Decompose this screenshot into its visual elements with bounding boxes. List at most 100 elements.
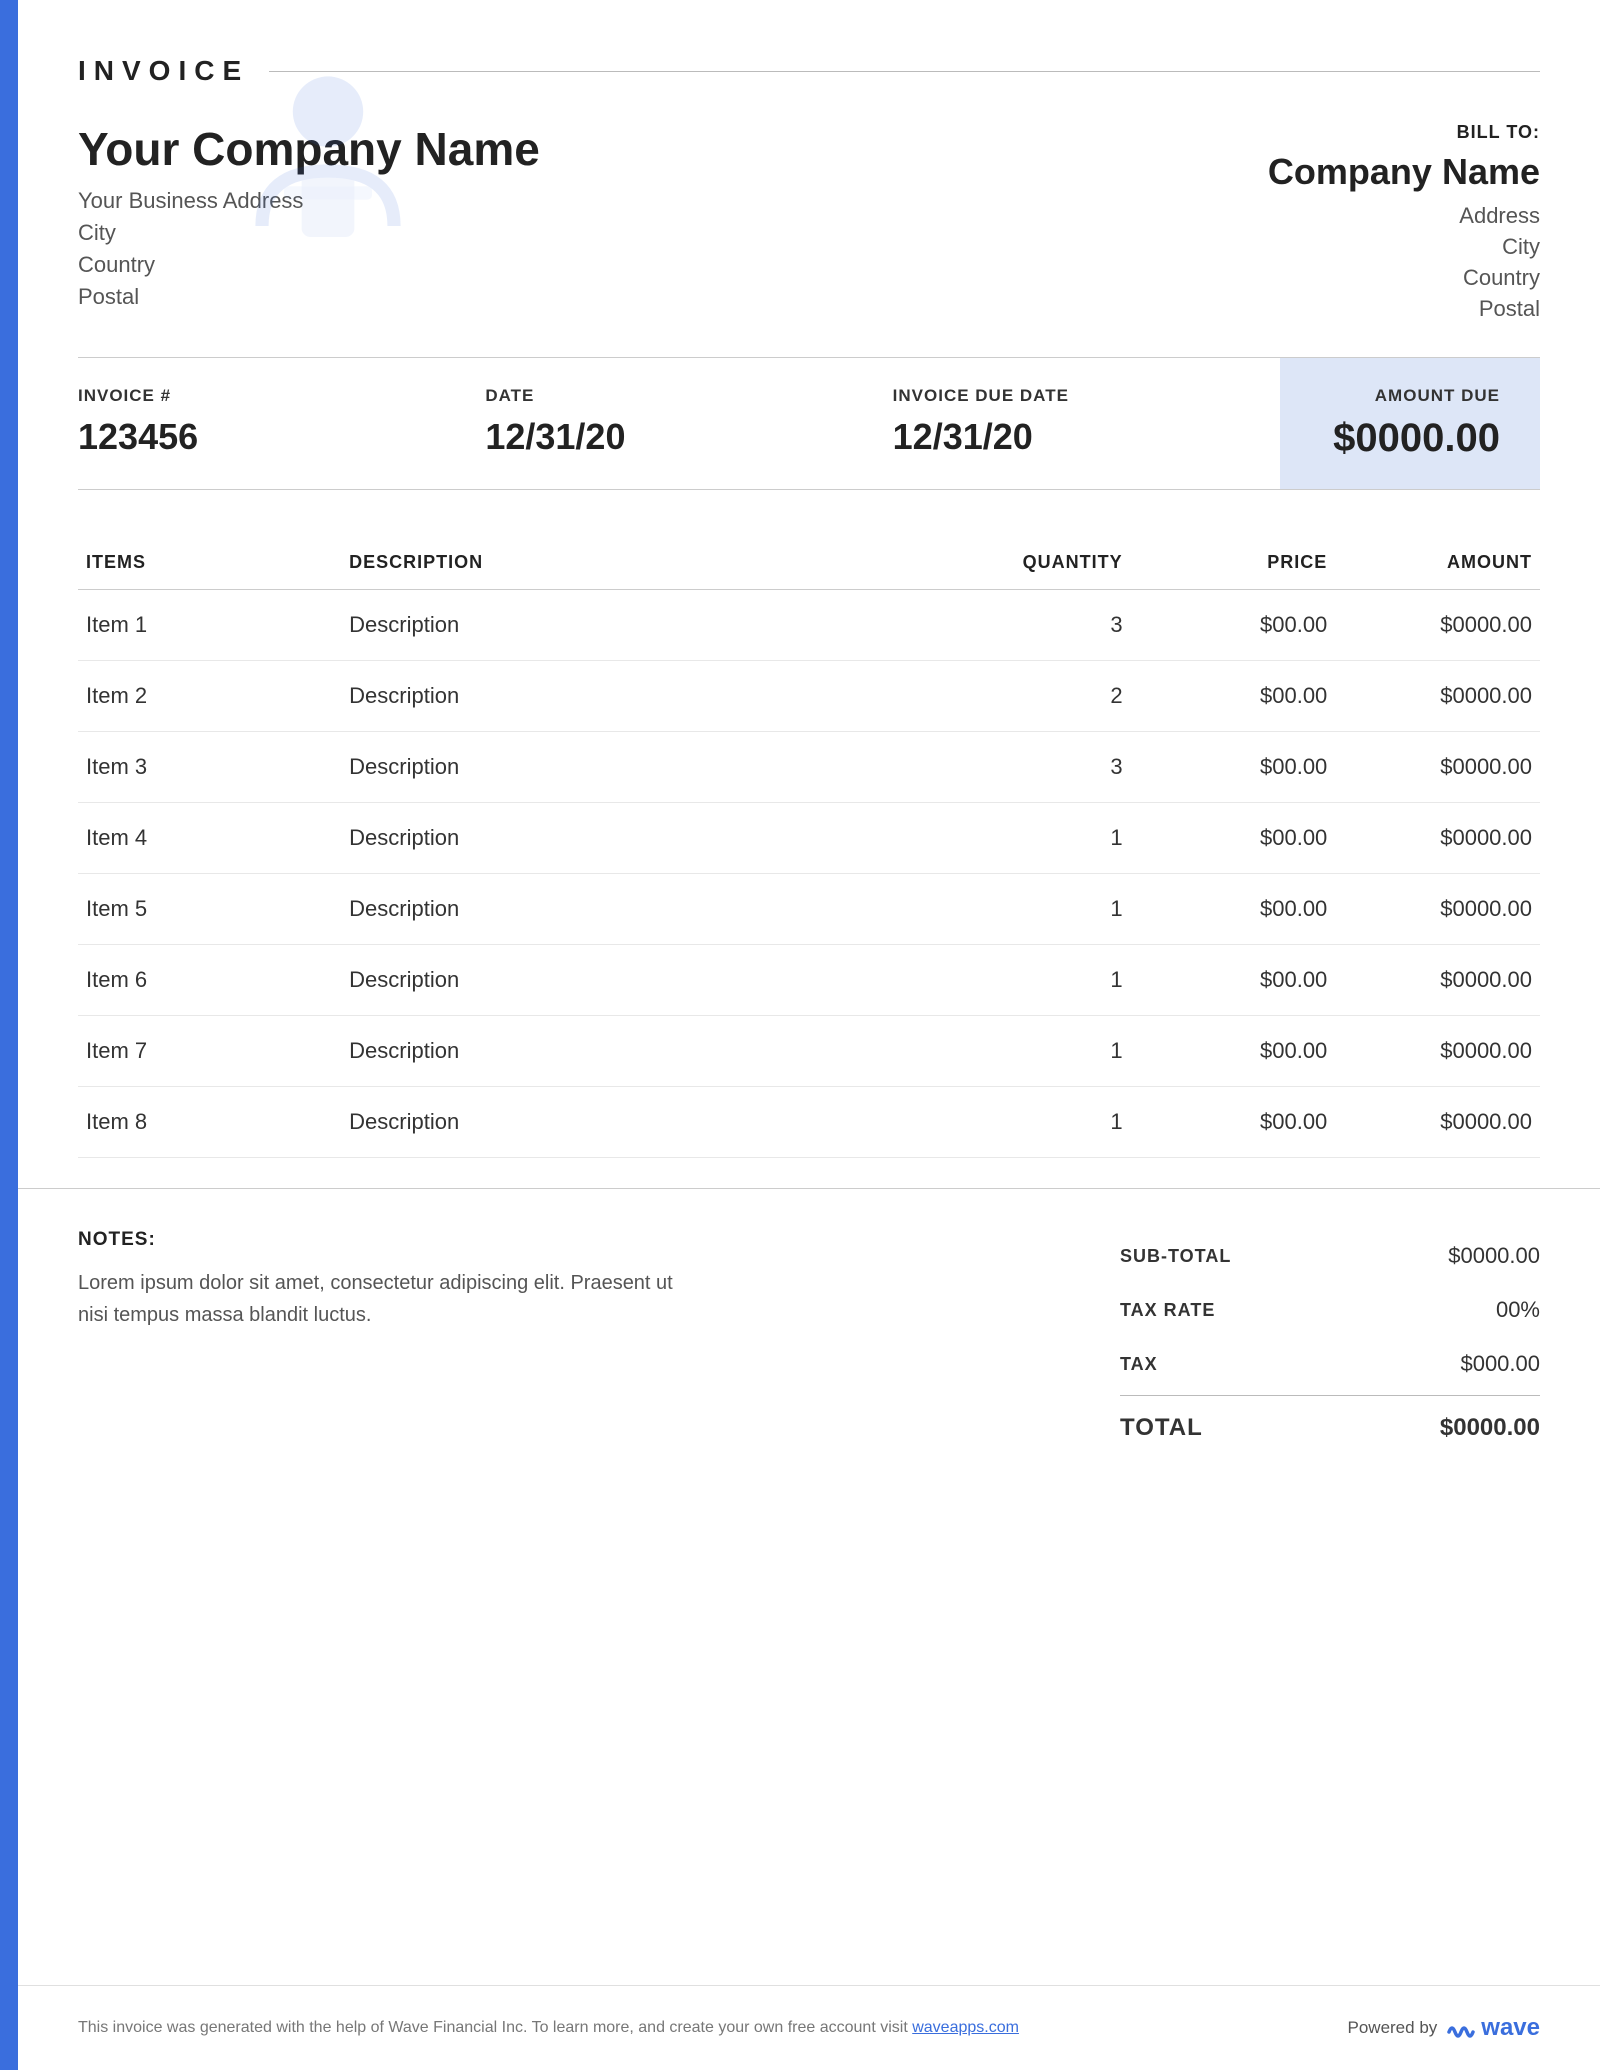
wave-icon [1447,2014,1475,2042]
item-name: Item 6 [78,945,341,1016]
item-price: $00.00 [1131,945,1336,1016]
item-quantity: 1 [955,1087,1130,1158]
item-amount: $0000.00 [1335,590,1540,661]
tax-label: TAX [1120,1354,1400,1375]
tax-rate-label: TAX RATE [1120,1300,1400,1321]
tax-rate-row: TAX RATE 00% [1120,1283,1540,1337]
powered-by: Powered by wave [1348,2014,1541,2042]
item-name: Item 7 [78,1016,341,1087]
company-postal: Postal [78,284,1240,310]
footer-link[interactable]: waveapps.com [912,2019,1019,2036]
item-description: Description [341,945,955,1016]
col-header-quantity: QUANTITY [955,540,1130,590]
page-content: INVOICE Your Company Name Your Business … [18,0,1600,2070]
item-quantity: 3 [955,590,1130,661]
item-price: $00.00 [1131,590,1336,661]
col-header-items: ITEMS [78,540,341,590]
bill-to-city: City [1240,234,1540,260]
powered-by-label: Powered by [1348,2018,1438,2038]
item-description: Description [341,1016,955,1087]
invoice-page: INVOICE Your Company Name Your Business … [0,0,1600,2070]
notes-block: NOTES: Lorem ipsum dolor sit amet, conse… [78,1229,698,1331]
col-header-price: PRICE [1131,540,1336,590]
tax-value: $000.00 [1400,1351,1540,1377]
invoice-number-value: 123456 [78,416,445,458]
title-divider [269,71,1540,72]
item-name: Item 3 [78,732,341,803]
bill-to-address: Address [1240,203,1540,229]
item-amount: $0000.00 [1335,874,1540,945]
footer-note: This invoice was generated with the help… [78,2019,1019,2037]
invoice-meta: INVOICE # 123456 DATE 12/31/20 INVOICE D… [78,357,1540,490]
item-amount: $0000.00 [1335,1016,1540,1087]
item-amount: $0000.00 [1335,1087,1540,1158]
item-quantity: 3 [955,732,1130,803]
table-row: Item 4 Description 1 $00.00 $0000.00 [78,803,1540,874]
totals-divider [1120,1395,1540,1396]
invoice-number-label: INVOICE # [78,386,445,406]
item-name: Item 5 [78,874,341,945]
bottom-footer: This invoice was generated with the help… [18,1985,1600,2070]
amount-due-value: $0000.00 [1320,416,1500,461]
item-price: $00.00 [1131,874,1336,945]
wave-logo: wave [1447,2014,1540,2042]
subtotal-value: $0000.00 [1400,1243,1540,1269]
item-description: Description [341,590,955,661]
item-name: Item 1 [78,590,341,661]
items-table: ITEMS DESCRIPTION QUANTITY PRICE AMOUNT … [78,540,1540,1158]
totals-block: SUB-TOTAL $0000.00 TAX RATE 00% TAX $000… [1120,1229,1540,1456]
item-amount: $0000.00 [1335,661,1540,732]
bill-to-section: BILL TO: Company Name Address City Count… [1240,122,1540,327]
item-description: Description [341,732,955,803]
table-row: Item 5 Description 1 $00.00 $0000.00 [78,874,1540,945]
item-price: $00.00 [1131,732,1336,803]
item-price: $00.00 [1131,1016,1336,1087]
total-row: TOTAL $0000.00 [1120,1400,1540,1456]
due-date-value: 12/31/20 [893,416,1260,458]
items-section: ITEMS DESCRIPTION QUANTITY PRICE AMOUNT … [18,490,1600,1188]
item-price: $00.00 [1131,661,1336,732]
bill-to-postal: Postal [1240,296,1540,322]
meta-due-date: INVOICE DUE DATE 12/31/20 [873,386,1280,461]
notes-label: NOTES: [78,1229,698,1251]
item-amount: $0000.00 [1335,945,1540,1016]
table-header-row: ITEMS DESCRIPTION QUANTITY PRICE AMOUNT [78,540,1540,590]
wave-text: wave [1481,2014,1540,2042]
table-row: Item 1 Description 3 $00.00 $0000.00 [78,590,1540,661]
table-row: Item 7 Description 1 $00.00 $0000.00 [78,1016,1540,1087]
table-row: Item 6 Description 1 $00.00 $0000.00 [78,945,1540,1016]
item-name: Item 4 [78,803,341,874]
meta-amount: AMOUNT DUE $0000.00 [1280,358,1540,489]
left-accent-bar [0,0,18,2070]
col-header-description: DESCRIPTION [341,540,955,590]
tax-rate-value: 00% [1400,1297,1540,1323]
bill-to-country: Country [1240,265,1540,291]
col-header-amount: AMOUNT [1335,540,1540,590]
item-price: $00.00 [1131,1087,1336,1158]
item-name: Item 8 [78,1087,341,1158]
item-description: Description [341,874,955,945]
due-date-label: INVOICE DUE DATE [893,386,1260,406]
footer-note-text: This invoice was generated with the help… [78,2019,908,2036]
item-description: Description [341,803,955,874]
item-quantity: 1 [955,874,1130,945]
item-amount: $0000.00 [1335,803,1540,874]
item-amount: $0000.00 [1335,732,1540,803]
subtotal-label: SUB-TOTAL [1120,1246,1400,1267]
bill-to-company: Company Name [1240,151,1540,193]
item-description: Description [341,1087,955,1158]
item-quantity: 1 [955,945,1130,1016]
total-value: $0000.00 [1400,1414,1540,1442]
watermark-icon [218,50,438,275]
total-label: TOTAL [1120,1414,1400,1442]
date-label: DATE [485,386,852,406]
table-row: Item 2 Description 2 $00.00 $0000.00 [78,661,1540,732]
item-description: Description [341,661,955,732]
table-row: Item 8 Description 1 $00.00 $0000.00 [78,1087,1540,1158]
tax-row: TAX $000.00 [1120,1337,1540,1391]
notes-text: Lorem ipsum dolor sit amet, consectetur … [78,1267,698,1331]
table-row: Item 3 Description 3 $00.00 $0000.00 [78,732,1540,803]
item-price: $00.00 [1131,803,1336,874]
date-value: 12/31/20 [485,416,852,458]
footer-section: NOTES: Lorem ipsum dolor sit amet, conse… [18,1188,1600,1496]
